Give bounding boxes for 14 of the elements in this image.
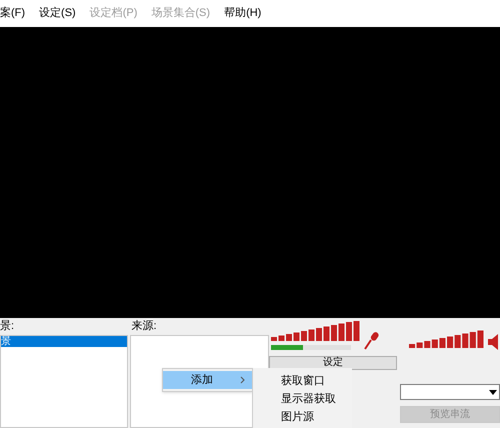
microphone-icon <box>364 332 380 350</box>
dropdown[interactable] <box>400 384 500 400</box>
scenes-label: 景: <box>0 319 16 334</box>
submenu-item[interactable]: 图片源 <box>253 408 352 426</box>
menu-item[interactable]: 帮助(H) <box>224 5 262 22</box>
sources-label: 来源: <box>130 319 158 334</box>
scene-item[interactable]: 景 <box>1 336 127 347</box>
speaker-icon <box>488 334 500 350</box>
menu-item[interactable]: 设定(S) <box>39 5 76 22</box>
settings-button[interactable]: 设定 <box>269 356 397 370</box>
submenu-item[interactable]: 获取窗口 <box>253 372 352 390</box>
menu-item[interactable]: 案(F) <box>0 5 26 22</box>
submenu-item[interactable]: 显示器获取 <box>253 390 352 408</box>
menu-entry[interactable]: 添加 <box>163 371 252 389</box>
